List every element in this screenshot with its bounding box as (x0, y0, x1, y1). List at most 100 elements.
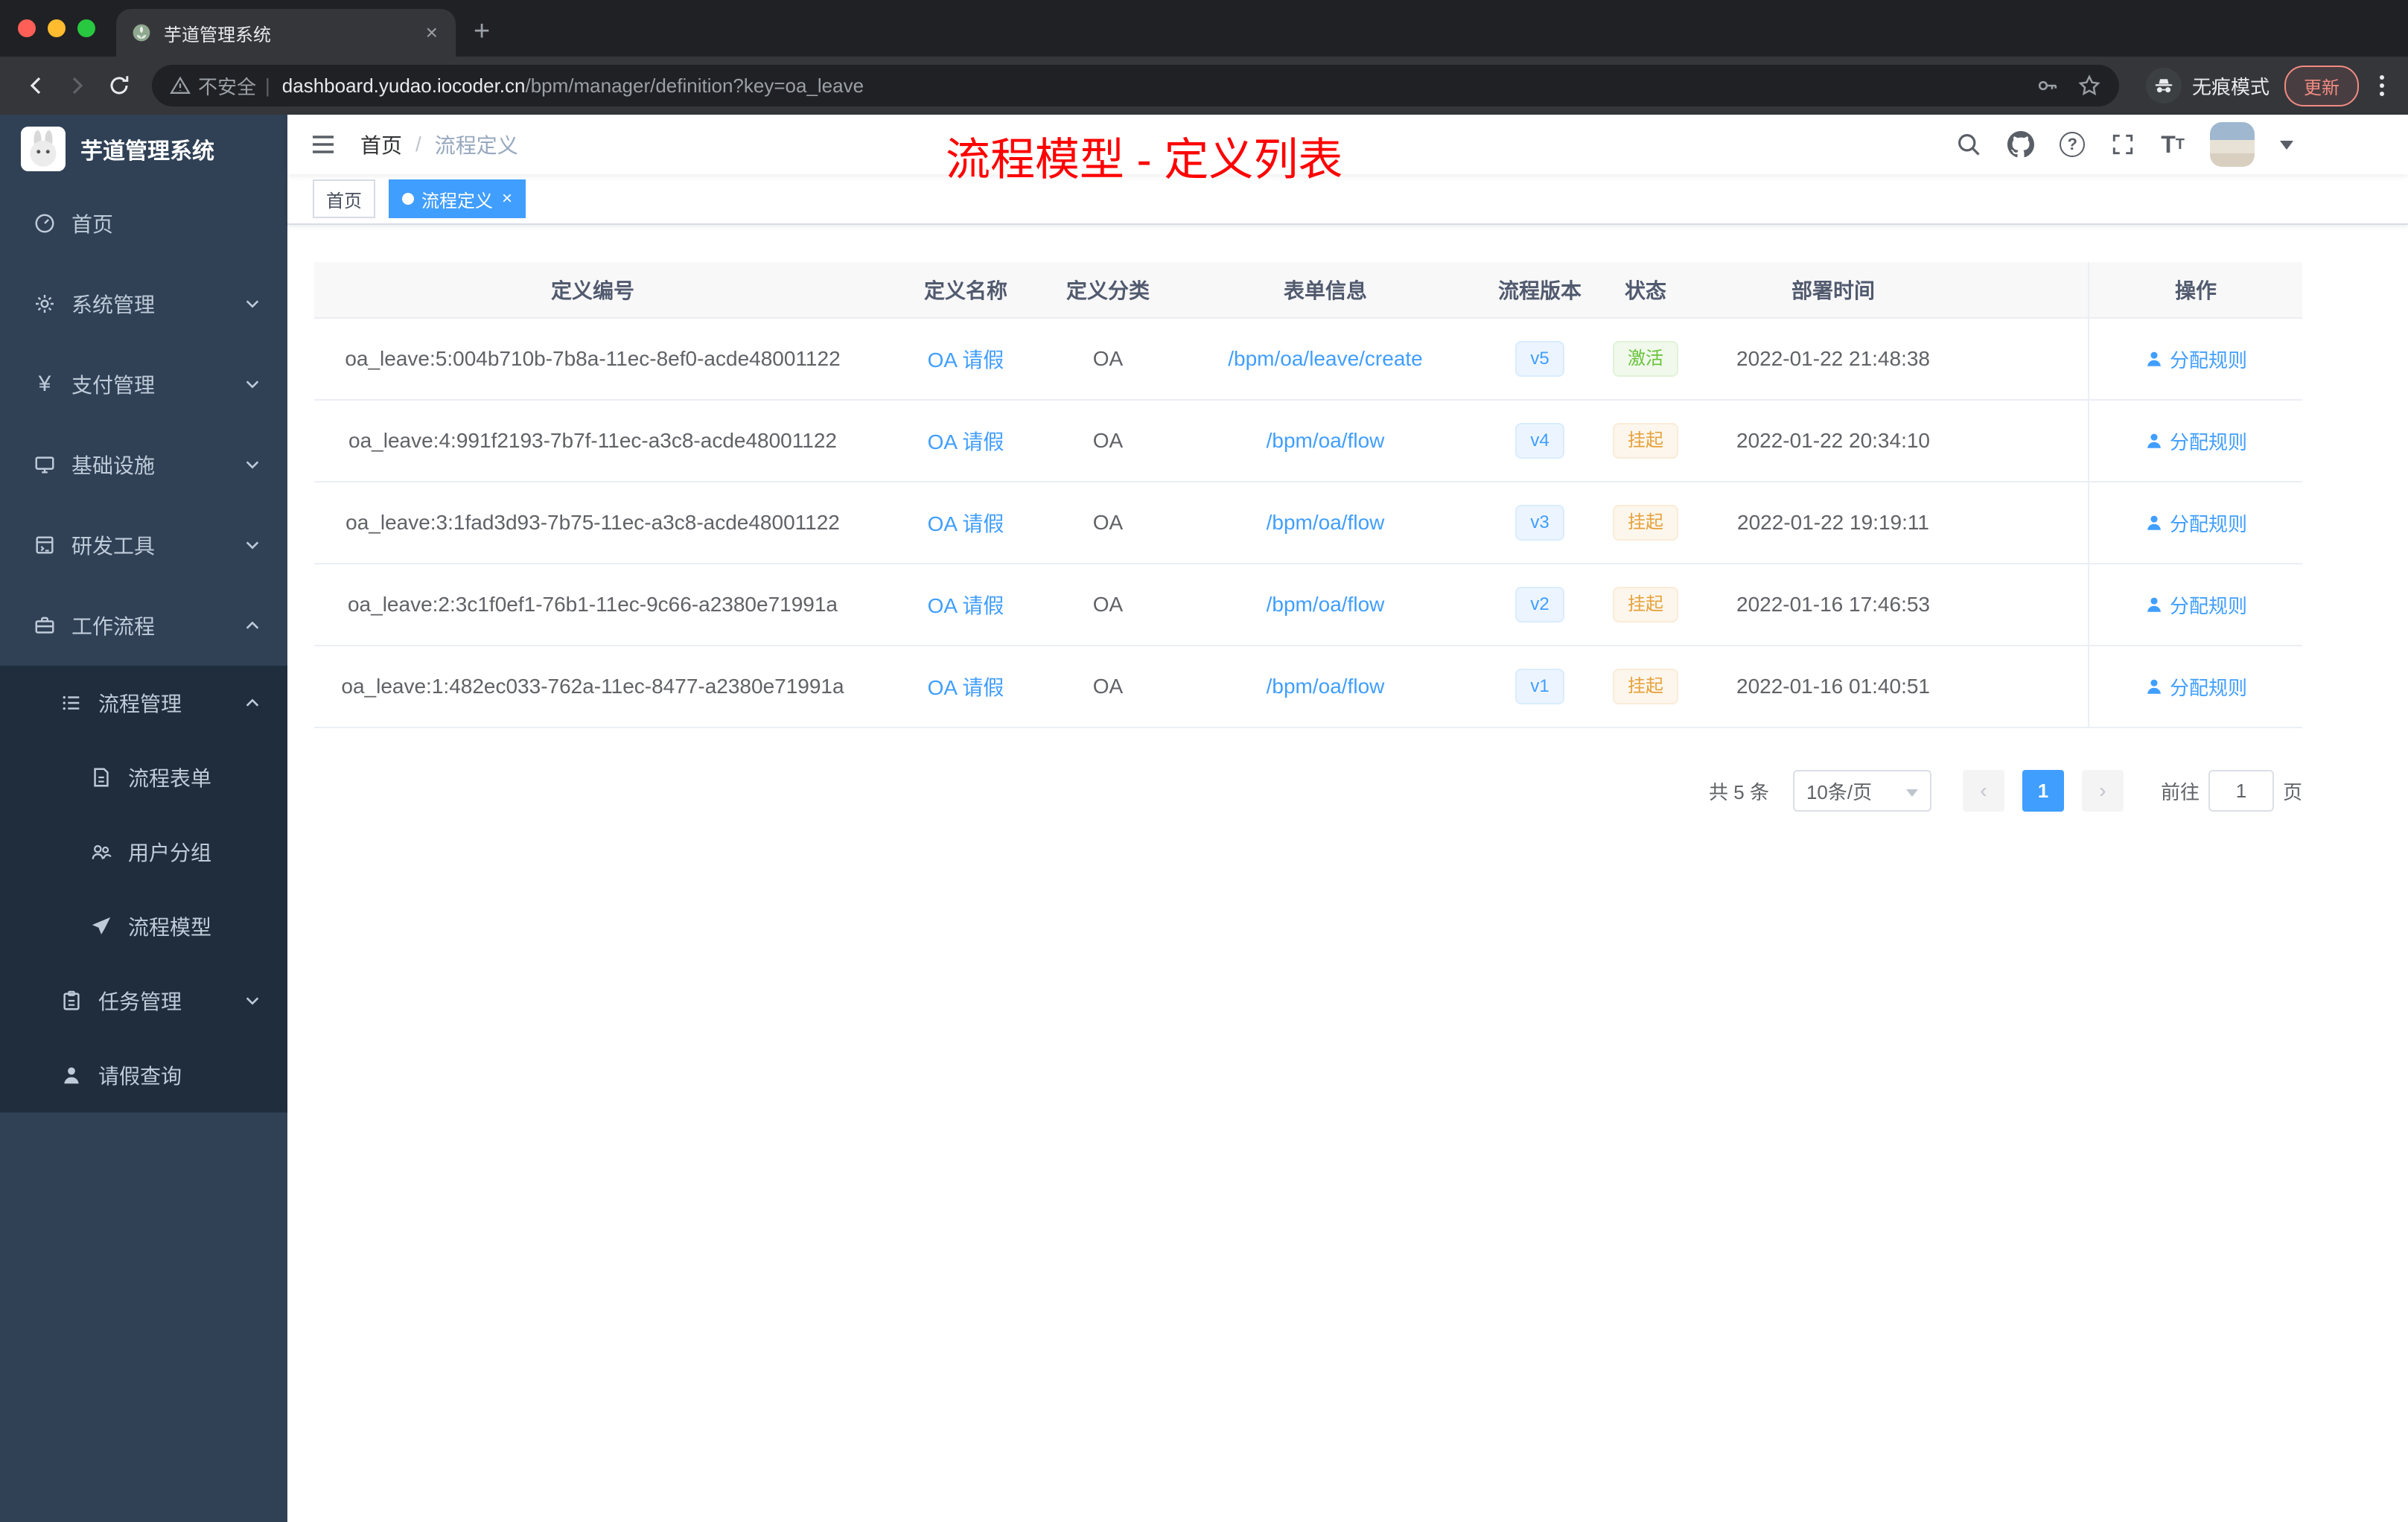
avatar[interactable] (2210, 122, 2255, 167)
sidebar-item-process-form[interactable]: 流程表单 (0, 740, 287, 815)
version-badge: v2 (1515, 587, 1564, 623)
window-close-button[interactable] (18, 19, 36, 37)
process-manage-icon (60, 691, 83, 715)
form-info-link[interactable]: /bpm/oa/flow (1267, 675, 1385, 698)
status-badge: 挂起 (1613, 423, 1678, 459)
definition-name-link[interactable]: OA 请假 (928, 508, 1004, 538)
hamburger-icon[interactable] (310, 131, 337, 158)
active-tag-dot (402, 193, 414, 205)
sidebar-logo[interactable]: 芋道管理系统 (0, 115, 287, 183)
window-controls (0, 0, 116, 57)
sidebar-item-task-manage[interactable]: 任务管理 (0, 964, 287, 1038)
chevron-down-icon (244, 993, 261, 1009)
update-button[interactable]: 更新 (2284, 65, 2359, 106)
assign-rule-link[interactable]: 分配规则 (2144, 346, 2247, 373)
definition-category: OA (1092, 511, 1124, 534)
version-badge: v5 (1515, 341, 1564, 377)
avatar-caret-icon[interactable] (2280, 140, 2293, 156)
forward-button[interactable] (57, 65, 98, 106)
sidebar-item-process-model[interactable]: 流程模型 (0, 889, 287, 964)
browser-tab[interactable]: 芋道管理系统 × (116, 9, 456, 57)
page-number-button[interactable]: 1 (2022, 770, 2064, 812)
sidebar-item-system[interactable]: 系统管理 (0, 264, 287, 344)
status-badge: 挂起 (1613, 505, 1678, 541)
incognito-icon (2145, 68, 2182, 104)
definition-id: oa_leave:1:482ec033-762a-11ec-8477-a2380… (341, 675, 844, 698)
incognito-chip: 无痕模式 (2145, 68, 2270, 104)
version-badge: v4 (1515, 423, 1564, 459)
window-zoom-button[interactable] (77, 19, 95, 37)
key-icon[interactable] (2036, 74, 2060, 98)
tag-process-definition[interactable]: 流程定义 × (389, 179, 526, 218)
form-info-link[interactable]: /bpm/oa/flow (1267, 429, 1385, 453)
sidebar-item-leave-query[interactable]: 请假查询 (0, 1038, 287, 1112)
sidebar-item-home[interactable]: 首页 (0, 183, 287, 264)
window-minimize-button[interactable] (48, 19, 66, 37)
header-status: 状态 (1624, 279, 1666, 302)
sidebar-item-devtools[interactable]: 研发工具 (0, 505, 287, 585)
font-size-icon[interactable]: TT (2161, 131, 2185, 159)
form-info-link[interactable]: /bpm/oa/flow (1267, 511, 1385, 535)
page-size-select[interactable]: 10条/页 (1792, 770, 1931, 812)
header-definition-name: 定义名称 (923, 279, 1007, 302)
breadcrumb-home[interactable]: 首页 (360, 130, 402, 159)
goto-page-input[interactable] (2208, 770, 2274, 812)
table-row: oa_leave:5:004b710b-7b8a-11ec-8ef0-acde4… (314, 319, 2302, 401)
user-icon (2147, 597, 2161, 612)
definition-name-link[interactable]: OA 请假 (928, 672, 1004, 701)
browser-menu-icon[interactable] (2371, 69, 2393, 102)
assign-rule-link[interactable]: 分配规则 (2144, 673, 2247, 701)
github-icon[interactable] (2007, 131, 2035, 158)
table-row: oa_leave:3:1fad3d93-7b75-11ec-a3c8-acde4… (314, 483, 2302, 564)
definition-name-link[interactable]: OA 请假 (928, 344, 1004, 374)
warning-icon (170, 75, 191, 96)
app-navbar: 首页 / 流程定义 ? TT (287, 115, 2408, 174)
header-deploy-time: 部署时间 (1791, 279, 1875, 302)
next-page-button[interactable]: › (2081, 770, 2124, 812)
table-row: oa_leave:2:3c1f0ef1-76b1-11ec-9c66-a2380… (314, 564, 2302, 646)
address-bar[interactable]: 不安全 | dashboard.yudao.iocoder.cn/bpm/man… (152, 65, 2119, 106)
deploy-time: 2022-01-22 21:48:38 (1736, 347, 1930, 370)
prev-page-button[interactable]: ‹ (1962, 770, 2004, 812)
help-icon[interactable]: ? (2060, 132, 2086, 157)
sidebar-item-process-manage[interactable]: 流程管理 (0, 666, 287, 740)
tab-close-icon[interactable]: × (423, 21, 441, 45)
form-info-link[interactable]: /bpm/oa/leave/create (1228, 347, 1423, 371)
reload-button[interactable] (98, 65, 140, 106)
app-title: 芋道管理系统 (80, 139, 214, 164)
deploy-time: 2022-01-22 20:34:10 (1736, 429, 1930, 452)
deploy-time: 2022-01-22 19:19:11 (1737, 511, 1929, 534)
assign-rule-link[interactable]: 分配规则 (2144, 509, 2247, 537)
table-header-row: 定义编号 定义名称 定义分类 表单信息 流程版本 状态 部署时间 操作 (314, 262, 2302, 319)
fullscreen-icon[interactable] (2110, 132, 2135, 157)
assign-rule-link[interactable]: 分配规则 (2144, 427, 2247, 455)
header-actions: 操作 (2088, 262, 2302, 317)
breadcrumb-separator: / (415, 133, 421, 156)
header-form-info: 表单信息 (1283, 279, 1367, 302)
bookmark-star-icon[interactable] (2077, 74, 2101, 98)
goto-label: 前往 (2160, 780, 2200, 803)
new-tab-button[interactable]: + (474, 16, 490, 48)
definition-name-link[interactable]: OA 请假 (928, 590, 1004, 620)
form-info-link[interactable]: /bpm/oa/flow (1267, 593, 1385, 617)
tag-close-icon[interactable]: × (502, 188, 512, 209)
chevron-down-icon (244, 376, 261, 392)
sidebar-item-workflow[interactable]: 工作流程 (0, 585, 287, 666)
definition-name-link[interactable]: OA 请假 (928, 426, 1004, 456)
chevron-down-icon (244, 537, 261, 553)
devtools-icon (33, 533, 57, 557)
table-row: oa_leave:4:991f2193-7b7f-11ec-a3c8-acde4… (314, 401, 2302, 483)
search-icon[interactable] (1955, 131, 1982, 158)
security-label[interactable]: 不安全 (198, 72, 256, 100)
user-group-icon (89, 840, 113, 864)
sidebar-item-payment[interactable]: ¥ 支付管理 (0, 344, 287, 424)
back-button[interactable] (15, 65, 57, 106)
tags-bar: 首页 流程定义 × (287, 174, 2408, 225)
tag-home[interactable]: 首页 (313, 179, 375, 218)
sidebar-item-user-group[interactable]: 用户分组 (0, 815, 287, 889)
assign-rule-link[interactable]: 分配规则 (2144, 591, 2247, 619)
sidebar-item-infrastructure[interactable]: 基础设施 (0, 424, 287, 505)
leave-query-icon (60, 1063, 83, 1087)
chevron-up-icon (244, 617, 261, 634)
chevron-up-icon (244, 695, 261, 711)
